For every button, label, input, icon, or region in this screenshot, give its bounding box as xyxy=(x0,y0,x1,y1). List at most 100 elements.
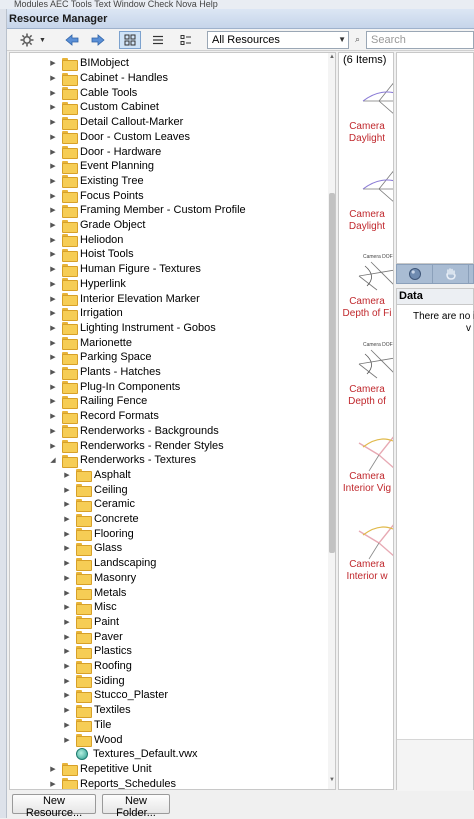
expand-arrow-icon[interactable]: ▶ xyxy=(62,691,72,699)
expand-arrow-icon[interactable]: ▶ xyxy=(62,633,72,641)
expand-arrow-icon[interactable]: ▶ xyxy=(48,236,58,244)
tree-row[interactable]: ▶ Event Planning xyxy=(48,159,154,174)
tree-row[interactable]: ▶ Flooring xyxy=(62,526,134,542)
expand-arrow-icon[interactable]: ▶ xyxy=(62,647,72,655)
expand-arrow-icon[interactable]: ▶ xyxy=(62,471,72,479)
tree-row[interactable]: ▶ Roofing xyxy=(62,659,132,674)
tree-row[interactable]: ▶ Repetitive Unit xyxy=(48,762,152,777)
tree-row[interactable]: ▶ Existing Tree xyxy=(48,174,144,189)
expand-arrow-icon[interactable]: ▶ xyxy=(62,500,72,508)
tree-row[interactable]: ▶ Custom Cabinet xyxy=(48,100,159,115)
tree-row[interactable]: ▶ Renderworks - Render Styles xyxy=(48,438,224,454)
expand-arrow-icon[interactable]: ▶ xyxy=(48,221,58,229)
resource-thumbnail[interactable]: Camera Daylight xyxy=(339,69,393,156)
expand-arrow-icon[interactable]: ▶ xyxy=(48,250,58,258)
new-folder-button[interactable]: New Folder... xyxy=(102,794,170,819)
expand-arrow-icon[interactable]: ▶ xyxy=(62,603,72,611)
tree-row[interactable]: ▶ Human Figure - Textures xyxy=(48,262,201,277)
detail-view-button[interactable] xyxy=(175,31,197,49)
tree-row[interactable]: ▶ Ceiling xyxy=(62,482,128,498)
tree-row[interactable]: ▶ Interior Elevation Marker xyxy=(48,291,200,307)
expand-arrow-icon[interactable]: ▶ xyxy=(48,383,58,391)
expand-arrow-icon[interactable]: ▶ xyxy=(62,515,72,523)
tree-row[interactable]: ▶ Plastics xyxy=(62,644,132,659)
tree-row[interactable]: ▶ Masonry xyxy=(62,571,136,586)
tree-row[interactable]: ▶ Metals xyxy=(62,585,126,601)
resource-thumbnail[interactable]: Camera DOF Camera Depth of xyxy=(339,332,393,419)
expand-arrow-icon[interactable]: ▶ xyxy=(48,442,58,450)
expand-arrow-icon[interactable]: ▶ xyxy=(62,706,72,714)
expand-arrow-icon[interactable]: ▶ xyxy=(48,133,58,141)
tree-row[interactable]: ▶ Glass xyxy=(62,541,122,556)
tree-row[interactable]: ▶ Lighting Instrument - Gobos xyxy=(48,321,216,336)
tree-row[interactable]: ▶ Siding xyxy=(62,673,125,689)
tree-row[interactable]: Textures_Default.vwx xyxy=(62,747,198,762)
expand-arrow-icon[interactable]: ▶ xyxy=(48,765,58,773)
expand-arrow-icon[interactable]: ▶ xyxy=(62,589,72,597)
tree-row[interactable]: ▶ Textiles xyxy=(62,703,131,718)
tree-row[interactable]: ▶ Heliodon xyxy=(48,232,123,248)
expand-arrow-icon[interactable]: ▶ xyxy=(62,544,72,552)
scroll-up-arrow-icon[interactable]: ▲ xyxy=(328,54,335,64)
expand-arrow-icon[interactable]: ▶ xyxy=(48,280,58,288)
tree-row[interactable]: ▶ Marionette xyxy=(48,335,132,351)
tree-row[interactable]: ▶ Tile xyxy=(62,718,111,733)
expand-arrow-icon[interactable]: ▶ xyxy=(48,295,58,303)
expand-arrow-icon[interactable]: ▶ xyxy=(48,89,58,97)
settings-menu-button[interactable]: ▼ xyxy=(17,31,49,49)
render-preview-button[interactable] xyxy=(397,265,433,283)
expand-arrow-icon[interactable]: ▶ xyxy=(48,412,58,420)
expand-arrow-icon[interactable]: ▶ xyxy=(62,486,72,494)
tree-row[interactable]: ▶ Cable Tools xyxy=(48,85,137,101)
tree-row[interactable]: ▶ Framing Member - Custom Profile xyxy=(48,203,246,218)
scroll-down-arrow-icon[interactable]: ▼ xyxy=(328,777,335,787)
tree-row[interactable]: ▶ Misc xyxy=(62,600,117,615)
collapse-arrow-icon[interactable]: ◢ xyxy=(48,456,58,464)
tree-row[interactable]: ▶ Hoist Tools xyxy=(48,247,134,262)
tree-row[interactable]: ▶ Grade Object xyxy=(48,218,145,233)
tree-row[interactable]: ▶ Paver xyxy=(62,629,123,645)
pan-preview-button[interactable] xyxy=(433,265,469,283)
expand-arrow-icon[interactable]: ▶ xyxy=(62,736,72,744)
expand-arrow-icon[interactable]: ▶ xyxy=(48,427,58,435)
expand-arrow-icon[interactable]: ▶ xyxy=(62,721,72,729)
expand-arrow-icon[interactable]: ▶ xyxy=(48,162,58,170)
tree-row[interactable]: ◢ Renderworks - Textures xyxy=(48,453,196,468)
expand-arrow-icon[interactable]: ▶ xyxy=(48,780,58,788)
tree-row[interactable]: ▶ Door - Custom Leaves xyxy=(48,130,190,145)
tree-row[interactable]: ▶ Cabinet - Handles xyxy=(48,71,168,86)
expand-arrow-icon[interactable]: ▶ xyxy=(62,677,72,685)
tree-row[interactable]: ▶ Concrete xyxy=(62,512,139,527)
expand-arrow-icon[interactable]: ▶ xyxy=(48,353,58,361)
tree-row[interactable]: ▶ Detail Callout-Marker xyxy=(48,115,183,130)
tree-row[interactable]: ▶ BIMobject xyxy=(48,56,129,71)
expand-arrow-icon[interactable]: ▶ xyxy=(48,74,58,82)
tree-row[interactable]: ▶ Landscaping xyxy=(62,556,156,571)
resource-thumbnail[interactable]: Camera Interior Vig xyxy=(339,419,393,506)
expand-arrow-icon[interactable]: ▶ xyxy=(48,339,58,347)
resource-tree[interactable]: ▶ BIMobject ▶ Cabinet - Handles ▶ Cable Tools… xyxy=(9,52,336,790)
application-menubar[interactable]: Modules AEC Tools Text Window Check Nova… xyxy=(0,0,474,9)
expand-arrow-icon[interactable]: ▶ xyxy=(48,206,58,214)
thumbnail-view-button[interactable] xyxy=(119,31,141,49)
tree-row[interactable]: ▶ Asphalt xyxy=(62,468,131,483)
expand-arrow-icon[interactable]: ▶ xyxy=(48,309,58,317)
back-button[interactable] xyxy=(63,31,81,49)
expand-arrow-icon[interactable]: ▶ xyxy=(48,265,58,273)
tree-row[interactable]: ▶ Railing Fence xyxy=(48,394,147,409)
tree-row[interactable]: ▶ Focus Points xyxy=(48,188,144,204)
tree-row[interactable]: ▶ Reports_Schedules xyxy=(48,776,176,789)
tree-row[interactable]: ▶ Plants - Hatches xyxy=(48,365,161,380)
tree-row[interactable]: ▶ Hyperlink xyxy=(48,277,126,292)
new-resource-button[interactable]: New Resource... xyxy=(12,794,96,819)
expand-arrow-icon[interactable]: ▶ xyxy=(48,148,58,156)
expand-arrow-icon[interactable]: ▶ xyxy=(48,118,58,126)
expand-arrow-icon[interactable]: ▶ xyxy=(62,618,72,626)
resource-filter-select[interactable]: All Resources ▼ xyxy=(207,31,349,49)
tree-row[interactable]: ▶ Stucco_Plaster xyxy=(62,688,168,703)
expand-arrow-icon[interactable]: ▶ xyxy=(48,397,58,405)
expand-arrow-icon[interactable]: ▶ xyxy=(48,192,58,200)
expand-arrow-icon[interactable]: ▶ xyxy=(62,574,72,582)
expand-arrow-icon[interactable]: ▶ xyxy=(48,59,58,67)
tree-row[interactable]: ▶ Paint xyxy=(62,615,119,630)
